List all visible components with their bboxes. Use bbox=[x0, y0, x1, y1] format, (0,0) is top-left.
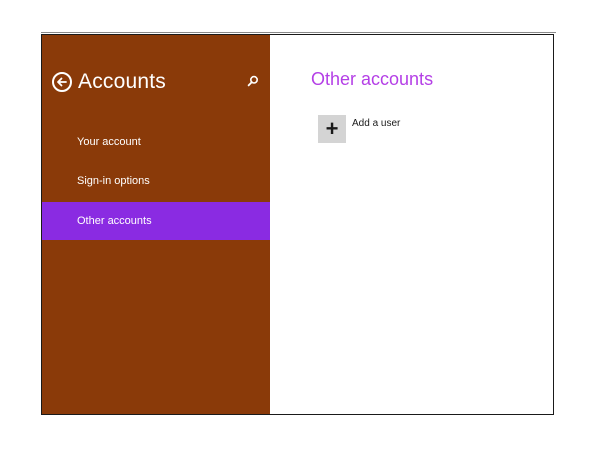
sidebar-item-label: Sign-in options bbox=[77, 175, 150, 187]
sidebar-item-label: Your account bbox=[77, 136, 141, 148]
sidebar-item-other-accounts[interactable]: Other accounts bbox=[42, 202, 270, 240]
sidebar-title: Accounts bbox=[78, 70, 166, 93]
back-arrow-icon bbox=[57, 77, 67, 87]
search-button[interactable] bbox=[242, 70, 264, 92]
sidebar: Accounts Your account Sign-in options Ot… bbox=[42, 35, 270, 414]
add-user-button[interactable]: + Add a user bbox=[318, 115, 400, 143]
page-title: Other accounts bbox=[311, 69, 434, 89]
top-rule bbox=[41, 32, 556, 33]
sidebar-item-your-account[interactable]: Your account bbox=[42, 123, 270, 161]
plus-icon: + bbox=[318, 115, 346, 143]
search-icon bbox=[247, 75, 259, 87]
sidebar-item-sign-in-options[interactable]: Sign-in options bbox=[42, 162, 270, 200]
content-pane: Other accounts + Add a user bbox=[270, 35, 553, 414]
add-user-label: Add a user bbox=[352, 118, 401, 129]
sidebar-header: Accounts bbox=[52, 67, 262, 97]
settings-window: Accounts Your account Sign-in options Ot… bbox=[41, 34, 554, 415]
sidebar-item-label: Other accounts bbox=[77, 215, 152, 227]
back-button[interactable] bbox=[52, 72, 72, 92]
